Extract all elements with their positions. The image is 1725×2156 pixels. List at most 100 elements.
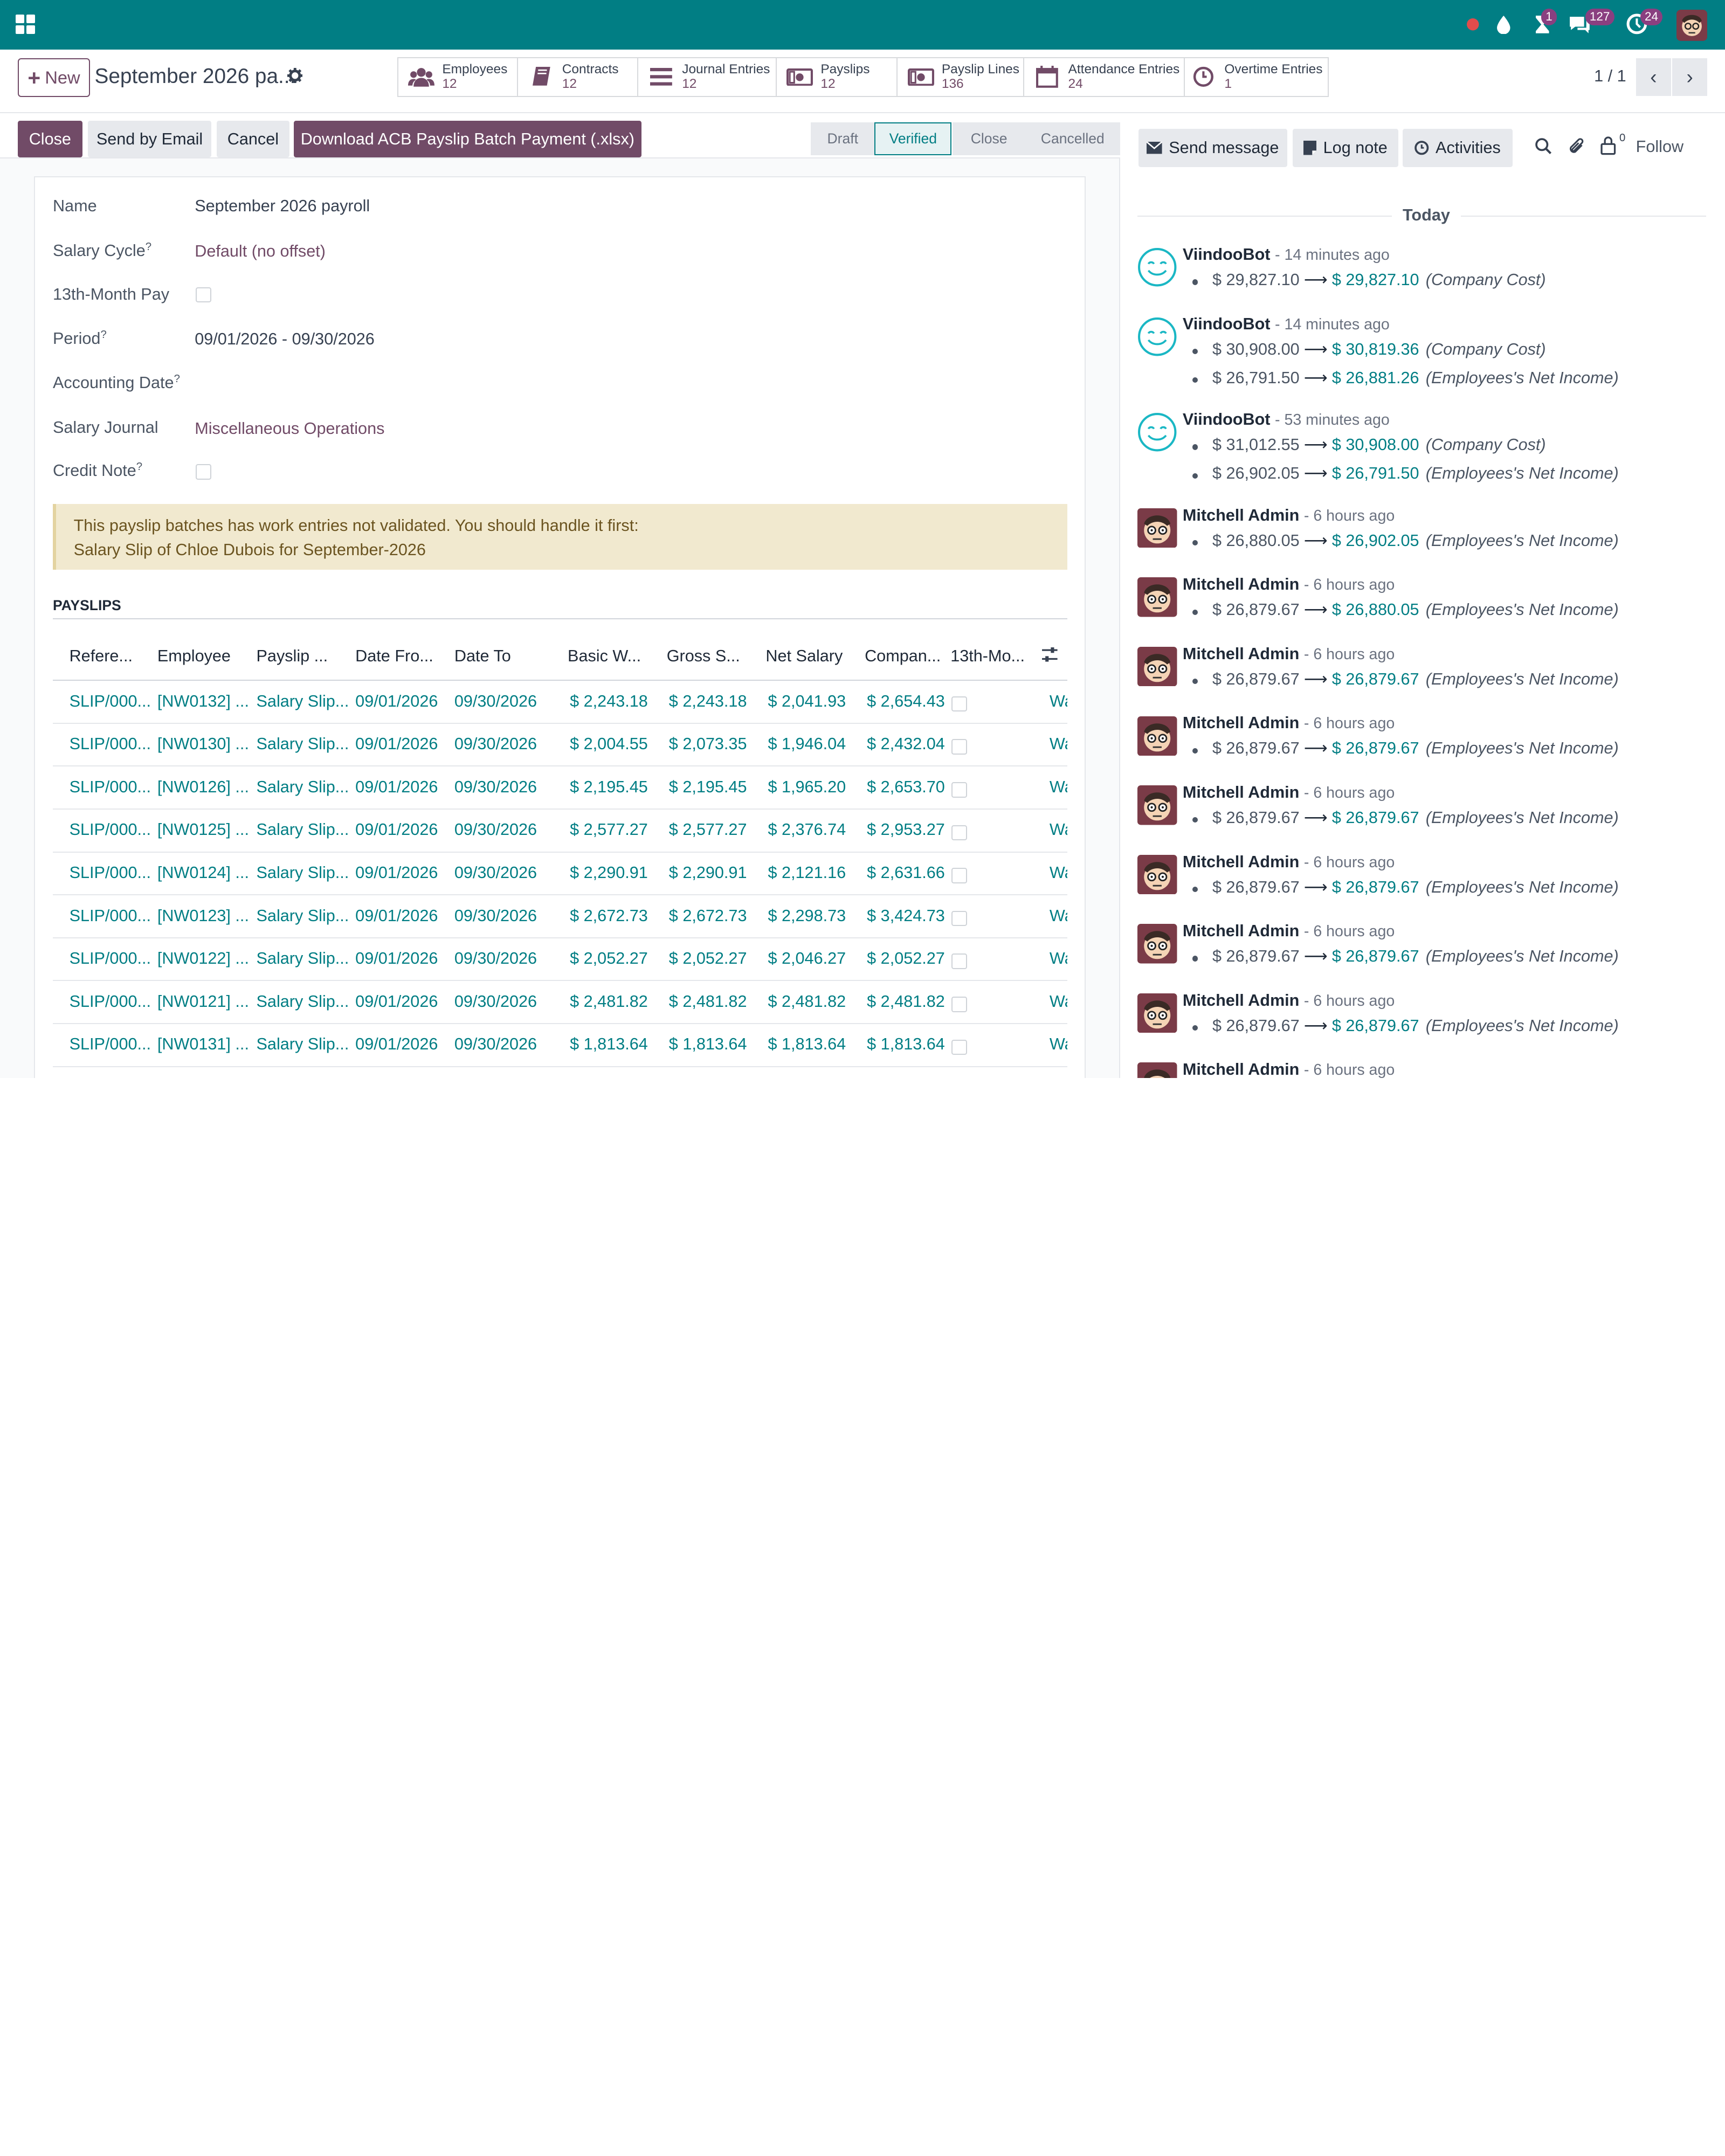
cell-reference[interactable]: SLIP/000... <box>70 863 151 882</box>
smart-button-attendance-entries[interactable]: Attendance Entries 24 <box>1023 57 1184 97</box>
message-author[interactable]: Mitchell Admin <box>1183 506 1300 524</box>
cell-work-entries[interactable]: Wa <box>1050 778 1067 797</box>
cancel-button[interactable]: Cancel <box>217 121 289 157</box>
thirteenth-month-checkbox[interactable] <box>951 1039 967 1055</box>
cell-employee[interactable]: [NW0130] ... <box>157 735 249 754</box>
cell-employee[interactable]: [NW0124] ... <box>157 863 249 882</box>
cell-date-to[interactable]: 09/30/2026 <box>454 949 537 968</box>
smart-button-payslips[interactable]: Payslips 12 <box>775 57 897 97</box>
message-author[interactable]: ViindooBot <box>1183 410 1271 429</box>
smart-button-journal-entries[interactable]: Journal Entries 12 <box>637 57 776 97</box>
message-author[interactable]: Mitchell Admin <box>1183 783 1300 801</box>
cell-employee[interactable]: [NW0123] ... <box>157 907 249 925</box>
cell-date-from[interactable]: 09/01/2026 <box>355 778 438 797</box>
message-author[interactable]: Mitchell Admin <box>1183 575 1300 593</box>
cell-company-cost[interactable]: $ 3,424.73 <box>867 907 945 925</box>
table-row[interactable]: SLIP/000... [NW0130] ... Salary Slip... 09/… <box>52 724 1067 767</box>
column-header-employee[interactable]: Employee <box>157 647 231 666</box>
cell-net-salary[interactable]: $ 2,121.16 <box>768 863 846 882</box>
cell-reference[interactable]: SLIP/000... <box>70 949 151 968</box>
cell-company-cost[interactable]: $ 2,052.27 <box>867 949 945 968</box>
thirteenth-month-checkbox[interactable] <box>951 825 967 841</box>
column-header-13th-month[interactable]: 13th-Mo... <box>950 647 1025 666</box>
cell-reference[interactable]: SLIP/000... <box>70 907 151 925</box>
cell-date-from[interactable]: 09/01/2026 <box>355 692 438 711</box>
cell-date-to[interactable]: 09/30/2026 <box>454 863 537 882</box>
column-header-date-to[interactable]: Date To <box>454 647 511 666</box>
cell-company-cost[interactable]: $ 2,654.43 <box>867 692 945 711</box>
column-header-payslip[interactable]: Payslip ... <box>257 647 328 666</box>
send-by-email-button[interactable]: Send by Email <box>88 121 211 157</box>
name-field[interactable]: September 2026 payroll <box>195 197 370 216</box>
cell-payslip[interactable]: Salary Slip... <box>257 1035 349 1054</box>
cell-net-salary[interactable]: $ 2,481.82 <box>768 992 846 1011</box>
download-acb-xlsx-button[interactable]: Download ACB Payslip Batch Payment (.xls… <box>293 121 641 157</box>
cell-payslip[interactable]: Salary Slip... <box>257 992 349 1011</box>
cell-reference[interactable]: SLIP/000... <box>70 820 151 839</box>
thirteenth-month-pay-checkbox[interactable] <box>196 287 211 303</box>
cell-date-to[interactable]: 09/30/2026 <box>454 735 537 754</box>
period-field[interactable]: 09/01/2026 - 09/30/2026 <box>195 330 375 349</box>
cell-date-from[interactable]: 09/01/2026 <box>355 992 438 1011</box>
cell-work-entries[interactable]: Wa <box>1050 735 1067 754</box>
pager-value[interactable]: 1 / 1 <box>1594 67 1626 86</box>
message-author[interactable]: Mitchell Admin <box>1183 922 1300 940</box>
cell-date-to[interactable]: 09/30/2026 <box>454 778 537 797</box>
pager-previous-button[interactable]: ‹ <box>1636 58 1671 96</box>
cell-reference[interactable]: SLIP/000... <box>70 992 151 1011</box>
table-row[interactable]: SLIP/000... [NW0122] ... Salary Slip... 09/… <box>52 938 1067 982</box>
table-row[interactable]: SLIP/000... [NW0131] ... Salary Slip... 09/… <box>52 1024 1067 1067</box>
thirteenth-month-checkbox[interactable] <box>951 868 967 883</box>
cell-basic-wage[interactable]: $ 2,672.73 <box>570 907 648 925</box>
message-author[interactable]: Mitchell Admin <box>1183 991 1300 1010</box>
table-row[interactable]: SLIP/000... [NW0125] ... Salary Slip... 09/… <box>52 810 1067 853</box>
messages-icon[interactable]: 127 <box>1568 9 1616 37</box>
cell-gross-salary[interactable]: $ 2,052.27 <box>669 949 747 968</box>
cell-basic-wage[interactable]: $ 2,290.91 <box>570 863 648 882</box>
thirteenth-month-checkbox[interactable] <box>951 739 967 755</box>
cell-basic-wage[interactable]: $ 2,004.55 <box>570 735 648 754</box>
cell-net-salary[interactable]: $ 1,946.04 <box>768 735 846 754</box>
table-row[interactable]: SLIP/000... [NW0124] ... Salary Slip... 09/… <box>52 853 1067 896</box>
notifications-icon[interactable]: 24 <box>1626 9 1670 37</box>
cell-payslip[interactable]: Salary Slip... <box>257 907 349 925</box>
cell-company-cost[interactable]: $ 2,481.82 <box>867 992 945 1011</box>
salary-journal-field[interactable]: Miscellaneous Operations <box>195 419 384 438</box>
pager-next-button[interactable]: › <box>1672 58 1708 96</box>
cell-company-cost[interactable]: $ 2,653.70 <box>867 778 945 797</box>
cell-payslip[interactable]: Salary Slip... <box>257 820 349 839</box>
cell-gross-salary[interactable]: $ 1,813.64 <box>669 1035 747 1054</box>
new-button[interactable]: + New <box>17 58 91 97</box>
thirteenth-month-checkbox[interactable] <box>951 910 967 927</box>
cell-employee[interactable]: [NW0122] ... <box>157 949 249 968</box>
cell-net-salary[interactable]: $ 2,298.73 <box>768 907 846 925</box>
message-author[interactable]: Mitchell Admin <box>1183 714 1300 732</box>
cell-reference[interactable]: SLIP/000... <box>70 1035 151 1054</box>
cell-basic-wage[interactable]: $ 2,481.82 <box>570 992 648 1011</box>
column-header-gross-salary[interactable]: Gross S... <box>667 647 740 666</box>
cell-company-cost[interactable]: $ 1,813.64 <box>867 1035 945 1054</box>
cell-gross-salary[interactable]: $ 2,290.91 <box>669 863 747 882</box>
follow-button[interactable]: Follow <box>1636 137 1683 156</box>
cell-date-from[interactable]: 09/01/2026 <box>355 863 438 882</box>
cell-work-entries[interactable]: Wa <box>1050 692 1067 711</box>
cell-basic-wage[interactable]: $ 2,577.27 <box>570 820 648 839</box>
thirteenth-month-checkbox[interactable] <box>951 696 967 712</box>
close-button[interactable]: Close <box>17 121 83 157</box>
paperclip-icon[interactable] <box>1568 136 1585 161</box>
cell-net-salary[interactable]: $ 1,965.20 <box>768 778 846 797</box>
message-author[interactable]: Mitchell Admin <box>1183 853 1300 871</box>
cell-date-from[interactable]: 09/01/2026 <box>355 907 438 925</box>
stage-draft[interactable]: Draft <box>811 122 875 155</box>
cell-company-cost[interactable]: $ 2,953.27 <box>867 820 945 839</box>
cell-gross-salary[interactable]: $ 2,243.18 <box>669 692 747 711</box>
column-header-basic-wage[interactable]: Basic W... <box>568 647 641 666</box>
activities-button[interactable]: Activities <box>1403 128 1513 168</box>
table-row[interactable]: SLIP/000... [NW0132] ... Salary Slip... 09/… <box>52 681 1067 724</box>
column-header-date-from[interactable]: Date Fro... <box>355 647 433 666</box>
cell-date-to[interactable]: 09/30/2026 <box>454 1035 537 1054</box>
help-tooltip-icon[interactable]: ? <box>174 373 180 385</box>
table-row[interactable]: SLIP/000... [NW0121] ... Salary Slip... 09/… <box>52 981 1067 1024</box>
water-drop-icon[interactable] <box>1494 11 1514 37</box>
cell-reference[interactable]: SLIP/000... <box>70 692 151 711</box>
